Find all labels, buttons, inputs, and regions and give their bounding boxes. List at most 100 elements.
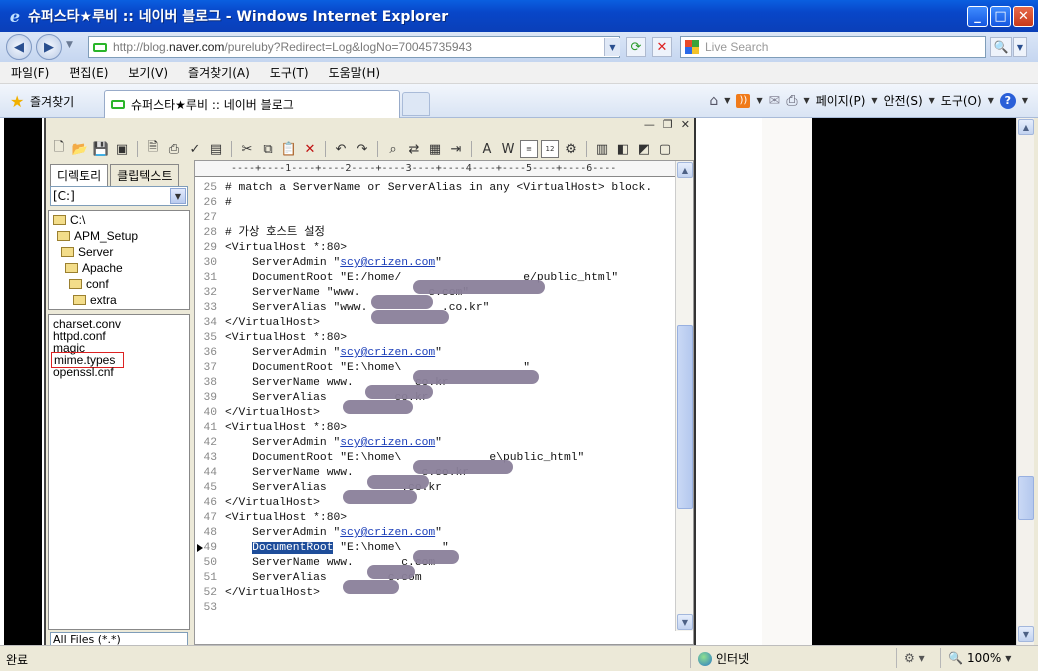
address-dropdown-button[interactable]: ▼ (604, 38, 620, 56)
search-icon[interactable]: 🔍 (990, 37, 1012, 57)
code-line: 29 <VirtualHost *:80> (195, 241, 675, 256)
folder-icon (53, 215, 66, 225)
page-menu[interactable]: 페이지(P) (816, 92, 866, 109)
folder-tree: C:\ APM_Setup Server Apache conf extra (48, 210, 190, 310)
address-field[interactable]: http://blog.naver.com/pureluby?Redirect=… (88, 36, 620, 58)
status-separator (896, 648, 897, 668)
email-link: scy@crizen.com (340, 527, 436, 539)
ie-logo-icon: e (9, 6, 21, 26)
search-options-dropdown[interactable]: ▼ (1013, 37, 1027, 57)
security-zone[interactable]: 인터넷 (698, 650, 749, 667)
tab-current[interactable]: 슈퍼스타★루비 :: 네이버 블로그 (104, 90, 400, 118)
rss-dropdown-icon[interactable]: ▼ (756, 96, 762, 105)
globe-icon (698, 651, 712, 666)
open-folder-icon: 📂 (71, 141, 89, 157)
zoom-icon: 🔍 (948, 651, 963, 665)
forward-button[interactable]: ▶ (36, 34, 62, 60)
line-number: 30 (203, 257, 217, 269)
redaction-blot (371, 310, 449, 324)
line-number: 53 (203, 602, 217, 614)
help-icon[interactable]: ? (999, 92, 1016, 109)
layout-icon: ◧ (616, 141, 630, 157)
drive-dropdown-icon: ▼ (170, 188, 186, 204)
editor-minimize-icon: — (643, 118, 655, 131)
line-text: <VirtualHost *:80> (225, 332, 348, 344)
new-file-icon: 🗋 (53, 140, 65, 155)
search-placeholder: Live Search (705, 40, 769, 54)
redaction-blot (343, 490, 417, 504)
paste-icon: 📋 (280, 141, 298, 157)
status-separator (690, 648, 691, 668)
folder-icon (57, 231, 70, 241)
redaction-blot (367, 565, 415, 579)
line-text: </VirtualHost> (225, 317, 320, 329)
code-line: 46 </VirtualHost> (195, 496, 675, 511)
menu-bar: 파일(F) 편집(E) 보기(V) 즐겨찾기(A) 도구(T) 도움말(H) (0, 62, 1038, 84)
search-input[interactable]: Live Search (680, 36, 986, 58)
browser-icon: ◩ (637, 141, 651, 157)
favorites-button[interactable]: 즐겨찾기 (30, 93, 74, 110)
redaction-blot (413, 460, 513, 474)
folder-icon (73, 295, 86, 305)
full-screen-icon: ▢ (658, 141, 672, 157)
page-scroll-thumb[interactable] (1018, 476, 1034, 520)
status-separator (940, 648, 941, 668)
zoom-control[interactable]: 🔍 100% ▼ (948, 651, 1011, 665)
line-text: </VirtualHost> (225, 497, 320, 509)
delete-icon: ✕ (304, 141, 316, 157)
code-line: 26 # (195, 196, 675, 211)
help-dropdown-icon[interactable]: ▼ (1022, 96, 1028, 105)
code-line: 28 # 가상 호스트 설정 (195, 226, 675, 241)
line-text: # (225, 197, 232, 209)
menu-favorites[interactable]: 즐겨찾기(A) (185, 64, 253, 81)
menu-tools[interactable]: 도구(T) (267, 64, 312, 81)
code-line: 40 </VirtualHost> (195, 406, 675, 421)
zoom-dropdown-icon: ▼ (1005, 653, 1012, 663)
mail-icon[interactable]: ✉ (769, 93, 781, 109)
protected-mode-icon[interactable]: ⚙ ▾ (904, 651, 925, 665)
editor-screenshot-image: — ❐ ✕ 🗋 📂 💾 ▣ 🗎 ⎙ ✓ ▤ ✂ ⧉ 📋 ✕ ↶ ↷ ⌕ ⇄ ▦ … (44, 118, 696, 645)
back-button[interactable]: ◀ (6, 34, 32, 60)
page-scroll-up-button[interactable]: ▲ (1018, 119, 1034, 135)
line-text: ServerAdmin "scy@crizen.com" (225, 527, 442, 539)
page-vertical-scrollbar[interactable]: ▲ ▼ (1016, 118, 1034, 645)
home-dropdown-icon[interactable]: ▼ (724, 96, 730, 105)
print-dropdown-icon[interactable]: ▼ (804, 96, 810, 105)
page-scroll-down-button[interactable]: ▼ (1018, 626, 1034, 642)
tab-page-icon (111, 100, 125, 109)
close-button[interactable]: ✕ (1013, 6, 1034, 27)
refresh-button[interactable]: ⟳ (626, 37, 646, 57)
menu-file[interactable]: 파일(F) (8, 64, 52, 81)
stop-button[interactable]: ✕ (652, 37, 672, 57)
line-number: 47 (203, 512, 217, 524)
safety-menu[interactable]: 안전(S) (884, 92, 923, 109)
safety-dropdown-icon[interactable]: ▼ (929, 96, 935, 105)
new-tab-button[interactable] (402, 92, 430, 116)
line-text: <VirtualHost *:80> (225, 422, 348, 434)
print-icon[interactable]: ⎙ (786, 93, 797, 109)
toolbar-separator (137, 141, 138, 157)
line-number: 45 (203, 482, 217, 494)
tools-menu[interactable]: 도구(O) (941, 92, 982, 109)
menu-edit[interactable]: 편집(E) (66, 64, 111, 81)
recent-pages-dropdown-icon[interactable]: ▼ (66, 40, 73, 50)
goto-line-icon: ⇥ (450, 141, 462, 157)
maximize-button[interactable]: □ (990, 6, 1011, 27)
line-text: DocumentRoot "E:\home\ e\public_html" (225, 452, 585, 464)
redaction-blot (343, 580, 399, 594)
line-text: # 가상 호스트 설정 (225, 227, 325, 239)
minimize-button[interactable]: _ (967, 6, 988, 27)
code-line: 25 # match a ServerName or ServerAlias in… (195, 181, 675, 196)
menu-help[interactable]: 도움말(H) (326, 64, 384, 81)
tools-dropdown-icon[interactable]: ▼ (988, 96, 994, 105)
line-number: 34 (203, 317, 217, 329)
line-number: 48 (203, 527, 217, 539)
page-dropdown-icon[interactable]: ▼ (871, 96, 877, 105)
code-line: 42 ServerAdmin "scy@crizen.com" (195, 436, 675, 451)
rss-icon[interactable]: )) (736, 93, 751, 108)
favorites-star-icon[interactable]: ★ (10, 92, 24, 111)
home-icon[interactable]: ⌂ (709, 93, 718, 109)
code-editor: ----+----1----+----2----+----3----+----4… (194, 160, 694, 645)
menu-view[interactable]: 보기(V) (125, 64, 171, 81)
toolbar-separator (586, 141, 587, 157)
